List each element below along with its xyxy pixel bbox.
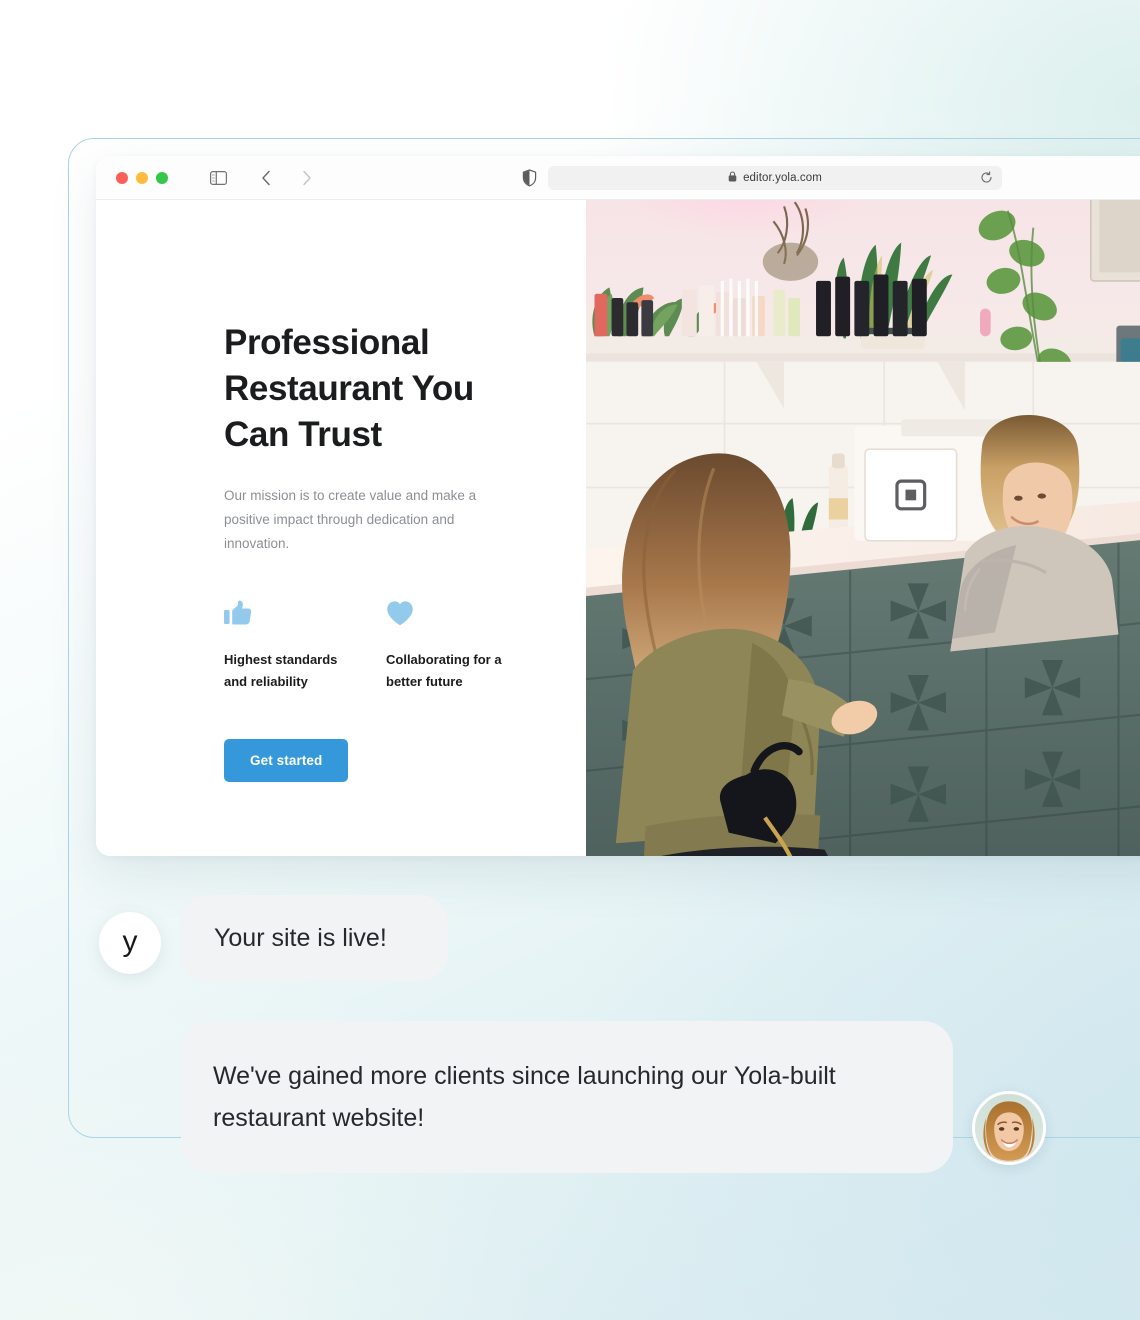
chat-message-text: We've gained more clients since launchin… [213,1062,836,1132]
heart-icon [386,600,548,630]
back-icon[interactable] [252,165,280,191]
page-title: Professional Restaurant You Can Trust [224,323,474,454]
window-controls [116,171,168,184]
feature-label: Highest standards and reliability [224,652,338,689]
lock-icon [728,169,737,187]
hero-text-column: Professional Restaurant You Can Trust Ou… [96,200,586,856]
feature-item: Collaborating for a better future [386,600,548,693]
hero-photo [586,200,1140,856]
feature-item: Highest standards and reliability [224,600,386,693]
maximize-window-button[interactable] [156,171,168,184]
chat-bubble-brand: Your site is live! [180,895,448,981]
browser-window: editor.yola.com Professional Restaurant … [96,156,1140,856]
url-text: editor.yola.com [743,171,822,184]
chat-message-text: Your site is live! [214,924,387,952]
address-bar-content: editor.yola.com [728,169,822,187]
feature-label: Collaborating for a better future [386,652,502,689]
reload-icon[interactable] [978,170,994,186]
close-window-button[interactable] [116,171,128,184]
feature-list: Highest standards and reliability Collab… [224,600,586,693]
thumbs-up-icon [224,600,386,630]
message-row-brand: y Your site is live! [99,895,448,981]
site-viewport: Professional Restaurant You Can Trust Ou… [96,200,1140,856]
navigation-controls [204,165,320,191]
minimize-window-button[interactable] [136,171,148,184]
shield-icon[interactable] [519,167,539,189]
sidebar-toggle-icon[interactable] [204,165,232,191]
browser-toolbar: editor.yola.com [96,156,1140,200]
client-avatar [972,1091,1046,1165]
brand-avatar: y [99,912,161,974]
address-bar[interactable]: editor.yola.com [548,165,1002,190]
chat-bubble-testimonial: We've gained more clients since launchin… [181,1021,953,1173]
get-started-button[interactable]: Get started [224,739,349,782]
forward-icon[interactable] [292,165,320,191]
brand-initial: y [122,924,138,958]
hero-subtitle: Our mission is to create value and make … [224,488,477,551]
